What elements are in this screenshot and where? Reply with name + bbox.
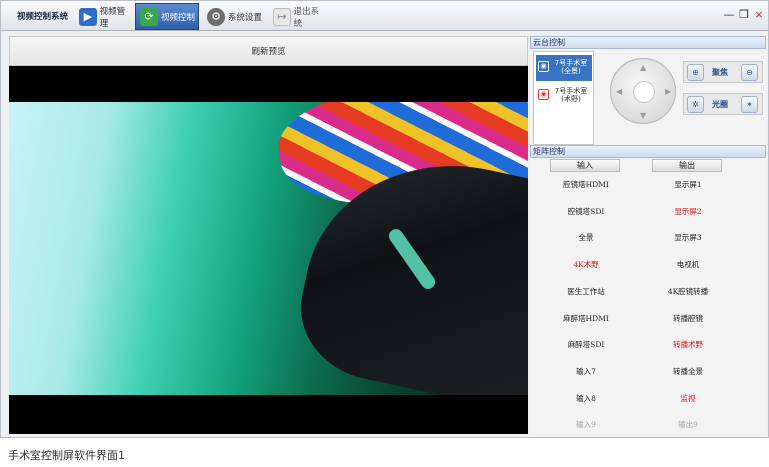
tab-label: 视频管理	[99, 6, 126, 29]
matrix-input-item[interactable]: 输入9	[540, 418, 632, 432]
gear-icon: ⚙	[207, 7, 225, 26]
iris-control: ✲ 光圈 ✶	[683, 93, 763, 115]
app-window: 视频控制系统 ▶ 视频管理 ⟳ 视频控制 ⚙ 系统设置 ↦ 退出系统 — ❐ ×…	[0, 0, 769, 438]
title-bar: 视频控制系统 ▶ 视频管理 ⟳ 视频控制 ⚙ 系统设置 ↦ 退出系统 — ❐ ×	[1, 1, 768, 31]
camera-icon: ◉	[538, 89, 549, 100]
matrix-output-item[interactable]: 显示屏1	[642, 178, 734, 192]
camera-item-panorama[interactable]: ◉ 7号手术室 (全景)	[536, 55, 592, 81]
zoom-in-icon[interactable]: ⊕	[687, 64, 704, 81]
matrix-panel-title: 矩阵控制	[530, 145, 766, 158]
matrix-output-item[interactable]: 监视	[642, 392, 734, 406]
camera-view: (术野)	[561, 95, 581, 103]
figure-caption: 手术室控制屏软件界面1	[8, 449, 125, 462]
close-button[interactable]: ×	[753, 9, 765, 21]
matrix-output-item[interactable]: 转播腔镜	[642, 312, 734, 326]
matrix-output-item[interactable]: 转播全景	[642, 365, 734, 379]
camera-icon: ◉	[538, 61, 549, 72]
matrix-output-item[interactable]: 输出9	[642, 418, 734, 432]
matrix-output-item[interactable]: 4K腔镜转播	[642, 285, 734, 299]
restore-button[interactable]: ❐	[738, 9, 750, 21]
iris-label: 光圈	[712, 100, 728, 109]
matrix-panel: 输入 输出 腔镜塔HDMI 显示屏1 腔镜塔SDI 显示屏2 全景 显示屏3 4K术野 电视机…	[530, 158, 766, 434]
matrix-input-item[interactable]: 4K术野	[540, 258, 632, 272]
app-title: 视频控制系统	[17, 12, 69, 22]
matrix-output-item[interactable]: 电视机	[642, 258, 734, 272]
tab-system-settings[interactable]: ⚙ 系统设置	[203, 3, 267, 30]
output-column-header: 输出	[652, 159, 722, 172]
matrix-output-item[interactable]: 显示屏2	[642, 205, 734, 219]
video-preview[interactable]	[9, 66, 528, 434]
tab-video-management[interactable]: ▶ 视频管理	[75, 3, 133, 30]
minimize-button[interactable]: —	[723, 9, 735, 21]
iris-close-icon[interactable]: ✶	[741, 96, 758, 113]
tab-label: 系统设置	[228, 12, 263, 23]
refresh-icon: ⟳	[140, 7, 158, 26]
matrix-input-item[interactable]: 麻醉塔HDMI	[540, 312, 632, 326]
down-arrow-icon[interactable]: ▼	[640, 111, 646, 120]
refresh-preview-label: 刷新预览	[251, 47, 286, 57]
camera-name: 7号手术室	[554, 59, 588, 67]
matrix-input-item[interactable]: 腔镜塔HDMI	[540, 178, 632, 192]
camera-item-field[interactable]: ◉ 7号手术室 (术野)	[536, 83, 592, 109]
tab-video-control[interactable]: ⟳ 视频控制	[135, 3, 199, 30]
tab-exit-system[interactable]: ↦ 退出系统	[269, 3, 327, 30]
right-arrow-icon[interactable]: ▶	[665, 87, 671, 96]
ptz-panel-title: 云台控制	[530, 36, 766, 49]
exit-icon: ↦	[273, 7, 291, 26]
zoom-out-icon[interactable]: ⊖	[741, 64, 758, 81]
matrix-input-item[interactable]: 输入8	[540, 392, 632, 406]
ptz-panel: ◉ 7号手术室 (全景) ◉ 7号手术室 (术野) ▲ ▼ ◀ ▶ ⊕ 聚焦 ⊖…	[530, 49, 766, 145]
matrix-input-item[interactable]: 麻醉塔SDI	[540, 338, 632, 352]
camera-name: 7号手术室	[554, 87, 588, 95]
iris-open-icon[interactable]: ✲	[687, 96, 704, 113]
clapperboard-icon: ▶	[79, 7, 97, 26]
camera-list: ◉ 7号手术室 (全景) ◉ 7号手术室 (术野)	[533, 51, 594, 145]
matrix-input-item[interactable]: 腔镜塔SDI	[540, 205, 632, 219]
refresh-preview-button[interactable]: 刷新预览	[9, 36, 528, 66]
input-column-header: 输入	[550, 159, 620, 172]
up-arrow-icon[interactable]: ▲	[640, 63, 646, 72]
tab-label: 退出系统	[293, 6, 320, 29]
matrix-input-item[interactable]: 全景	[540, 231, 632, 245]
matrix-input-item[interactable]: 输入7	[540, 365, 632, 379]
tab-label: 视频控制	[161, 12, 196, 23]
matrix-output-item[interactable]: 转播术野	[642, 338, 734, 352]
focus-label: 聚焦	[712, 68, 728, 77]
direction-pad: ▲ ▼ ◀ ▶	[610, 58, 676, 124]
camera-view: (全景)	[561, 67, 581, 75]
matrix-output-item[interactable]: 显示屏3	[642, 231, 734, 245]
left-arrow-icon[interactable]: ◀	[616, 87, 622, 96]
surgical-video-frame	[9, 102, 528, 395]
focus-control: ⊕ 聚焦 ⊖	[683, 61, 763, 83]
matrix-input-item[interactable]: 医生工作站	[540, 285, 632, 299]
dpad-center-button[interactable]	[633, 81, 655, 103]
